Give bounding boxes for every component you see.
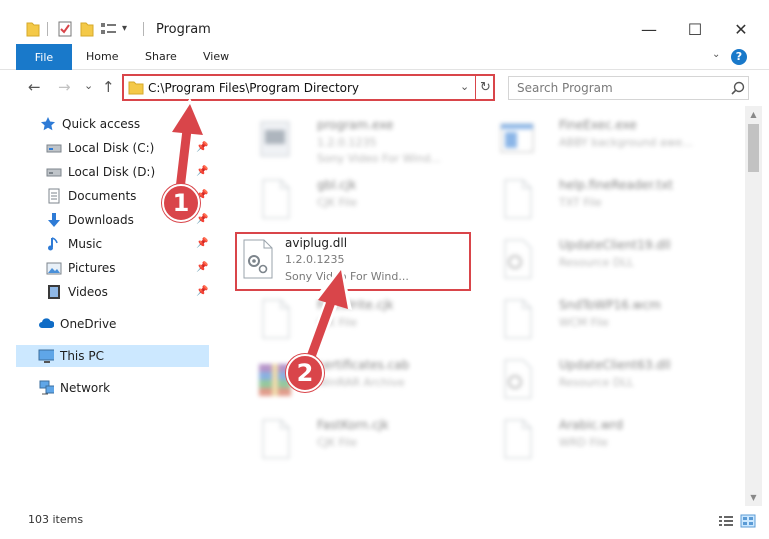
address-dropdown-icon[interactable]: ⌄ — [460, 80, 469, 93]
pin-icon[interactable]: 📌 — [196, 262, 208, 273]
minimize-button[interactable]: — — [626, 14, 672, 44]
new-folder-icon[interactable] — [80, 20, 94, 40]
scroll-thumb[interactable] — [748, 124, 759, 172]
file-item[interactable]: UpdateClient19.dll Resource DLL — [479, 230, 715, 286]
file-item[interactable]: Arabic.wrd WRD File — [479, 410, 715, 466]
status-bar: 103 items — [0, 506, 769, 539]
customize-icon[interactable] — [100, 20, 118, 40]
sidebar-item-local-disk-c[interactable]: Local Disk (C:) 📌 — [46, 137, 210, 159]
search-input[interactable] — [509, 77, 724, 99]
folder-icon — [128, 81, 144, 95]
download-icon — [46, 212, 62, 228]
navigation-pane: Quick access Local Disk (C:) 📌 Local Dis… — [0, 106, 212, 506]
ribbon-tabs: File Home Share View ⌄ ? — [0, 44, 769, 70]
drive-icon — [46, 164, 62, 180]
file-item[interactable]: program.exe 1.2.0.1235 Sony Video For Wi… — [237, 110, 473, 166]
search-icon[interactable] — [731, 81, 745, 95]
sidebar-item-onedrive[interactable]: OneDrive — [38, 313, 210, 335]
properties-icon[interactable] — [58, 20, 72, 40]
toolbar-divider — [143, 22, 144, 36]
dll-gear-icon — [504, 239, 532, 279]
tab-file[interactable]: File — [16, 44, 72, 70]
file-icon — [504, 179, 532, 219]
file-item[interactable]: UpdateClient63.dll Resource DLL — [479, 350, 715, 406]
pin-icon[interactable]: 📌 — [196, 286, 208, 297]
file-item[interactable]: help.fineReader.txt TXT File — [479, 170, 715, 226]
pin-icon[interactable]: 📌 — [196, 238, 208, 249]
sidebar-item-local-disk-d[interactable]: Local Disk (D:) 📌 — [46, 161, 210, 183]
file-icon — [262, 179, 290, 219]
items-count: 103 items — [28, 513, 84, 526]
file-icon — [262, 419, 290, 459]
file-description: Sony Video For Wind... — [285, 270, 409, 283]
up-button[interactable]: ↑ — [102, 78, 115, 96]
vertical-scrollbar[interactable]: ▲ ▼ — [745, 106, 762, 506]
file-version: 1.2.0.1235 — [285, 253, 345, 266]
scroll-down-icon[interactable]: ▼ — [745, 489, 762, 506]
dll-gear-icon — [243, 239, 273, 279]
expand-ribbon-icon[interactable]: ⌄ — [712, 49, 720, 60]
pin-icon[interactable]: 📌 — [196, 214, 208, 225]
tab-view[interactable]: View — [203, 50, 229, 63]
scroll-up-icon[interactable]: ▲ — [745, 106, 762, 123]
address-bar[interactable]: C:\Program Files\Program Directory ⌄ ↻ — [122, 74, 495, 101]
tab-home[interactable]: Home — [86, 50, 118, 63]
star-icon — [40, 116, 56, 132]
dll-gear-icon — [504, 359, 532, 399]
file-item[interactable]: FineExec.exe ABBY background awe... — [479, 110, 715, 166]
highlighted-file-item[interactable]: aviplug.dll 1.2.0.1235 Sony Video For Wi… — [235, 232, 471, 291]
sidebar-item-this-pc[interactable]: This PC — [16, 345, 209, 367]
folder-icon[interactable] — [26, 20, 40, 40]
address-row: ← → ⌄ ↑ C:\Program Files\Program Directo… — [0, 70, 769, 106]
drive-icon — [46, 140, 62, 156]
file-item[interactable]: FastKorn.cjk CJK File — [237, 410, 473, 466]
file-name: aviplug.dll — [285, 236, 348, 250]
file-item[interactable]: SndToWP16.wcm WCM File — [479, 290, 715, 346]
file-list: program.exe 1.2.0.1235 Sony Video For Wi… — [213, 106, 745, 506]
file-icon — [504, 419, 532, 459]
step-2-badge: 2 — [286, 354, 324, 392]
music-icon — [46, 236, 62, 252]
step-1-badge: 1 — [162, 184, 200, 222]
details-view-icon[interactable] — [718, 514, 734, 528]
cloud-icon — [38, 316, 54, 332]
address-path[interactable]: C:\Program Files\Program Directory — [148, 81, 359, 95]
sidebar-item-videos[interactable]: Videos 📌 — [46, 281, 210, 303]
pin-icon[interactable]: 📌 — [196, 142, 208, 153]
exe-icon — [260, 121, 290, 157]
file-item[interactable]: gbl.cjk CJK File — [237, 170, 473, 226]
maximize-button[interactable]: ☐ — [672, 14, 718, 44]
file-icon — [262, 299, 290, 339]
quick-access-dropdown-icon[interactable]: ▾ — [122, 23, 127, 43]
documents-icon — [46, 188, 62, 204]
computer-icon — [38, 348, 54, 364]
pin-icon[interactable]: 📌 — [196, 166, 208, 177]
pictures-icon — [46, 260, 62, 276]
toolbar-divider — [47, 22, 48, 36]
window-icon — [500, 123, 534, 153]
close-button[interactable]: ✕ — [718, 14, 764, 44]
sidebar-item-network[interactable]: Network — [38, 377, 210, 399]
sidebar-item-music[interactable]: Music 📌 — [46, 233, 210, 255]
file-item[interactable]: FastWrite.cjk CJK File — [237, 290, 473, 346]
tab-share[interactable]: Share — [145, 50, 177, 63]
back-button[interactable]: ← — [28, 78, 41, 96]
refresh-button[interactable]: ↻ — [475, 76, 495, 99]
search-box[interactable] — [508, 76, 749, 100]
recent-locations-button[interactable]: ⌄ — [84, 79, 93, 92]
large-icons-view-icon[interactable] — [740, 514, 756, 528]
videos-icon — [46, 284, 62, 300]
network-icon — [38, 380, 54, 396]
window-title: Program — [156, 22, 211, 37]
help-button[interactable]: ? — [731, 49, 747, 65]
title-bar: ▾ Program — ☐ ✕ — [0, 0, 769, 44]
file-item[interactable]: certificates.cab WinRAR Archive — [237, 350, 473, 406]
forward-button[interactable]: → — [58, 78, 71, 96]
sidebar-item-quick-access[interactable]: Quick access — [40, 113, 234, 135]
file-icon — [504, 299, 532, 339]
sidebar-item-pictures[interactable]: Pictures 📌 — [46, 257, 210, 279]
